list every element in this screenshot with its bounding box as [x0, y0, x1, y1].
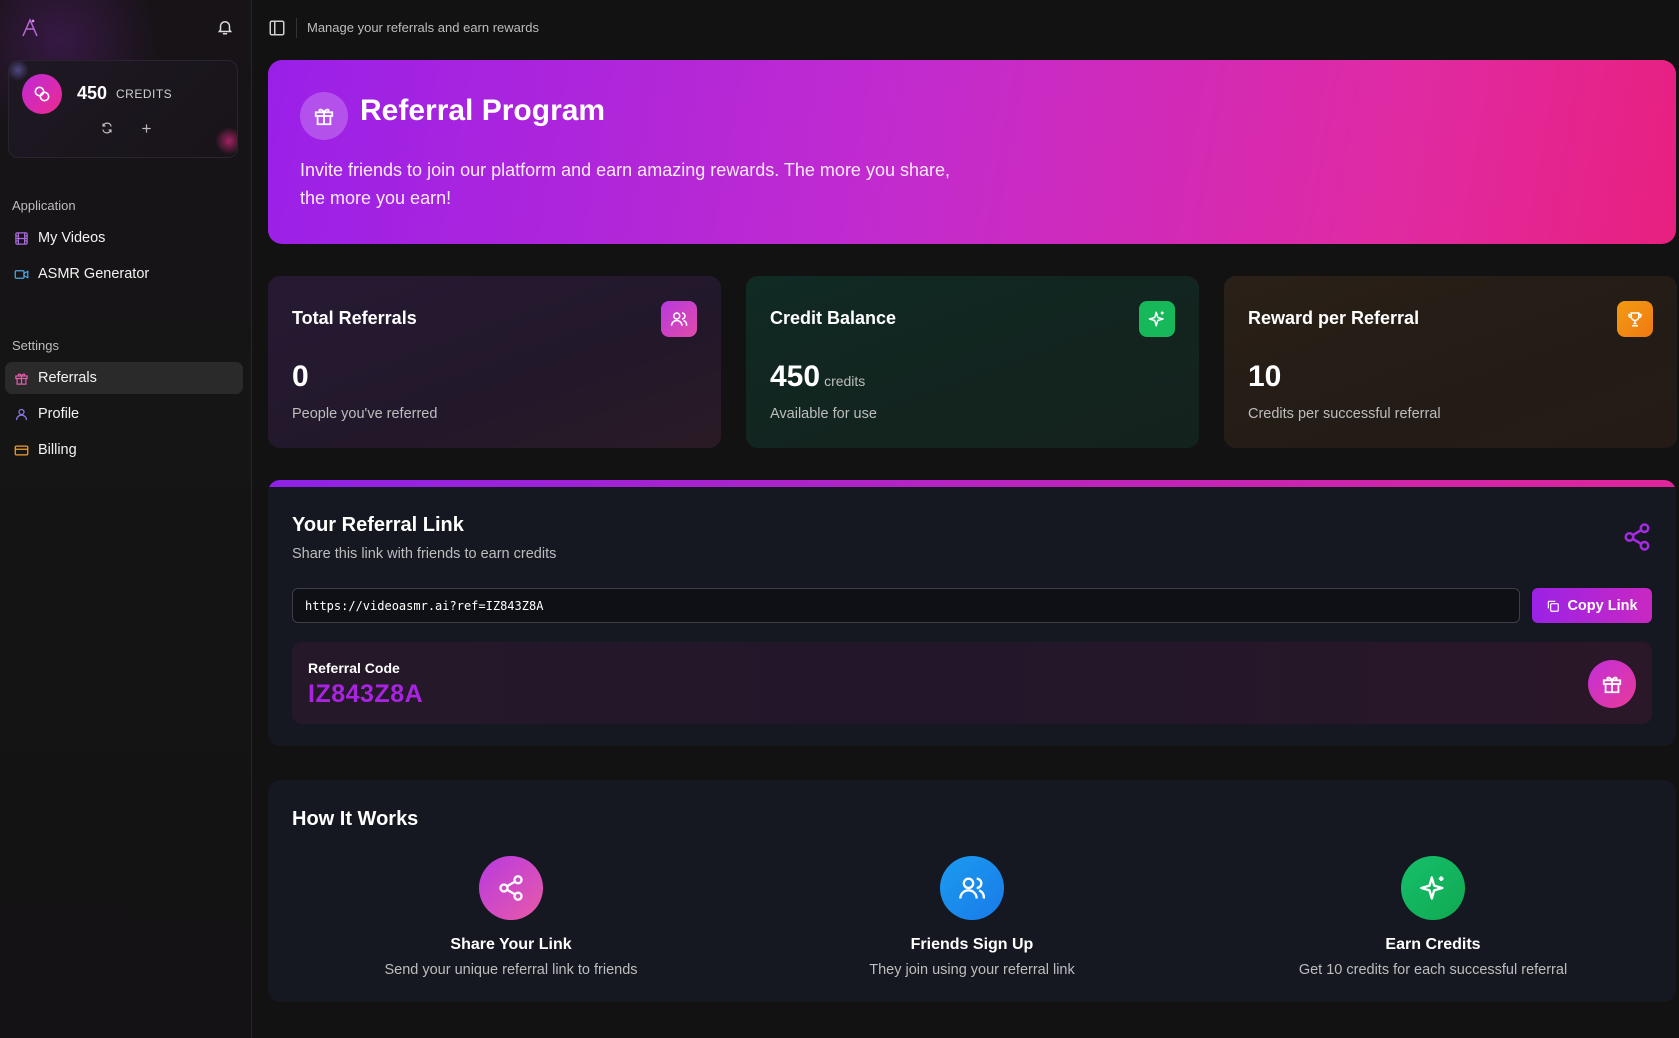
- app-logo-icon[interactable]: [18, 16, 42, 40]
- sidebar-item-my-videos[interactable]: My Videos: [5, 222, 243, 254]
- page-title: Referral Program: [360, 94, 606, 127]
- trophy-icon: [1617, 301, 1653, 337]
- gift-icon: [300, 92, 348, 140]
- sidebar-item-label: Billing: [38, 442, 77, 458]
- stat-value: 450 credits: [770, 360, 865, 394]
- copy-icon: [1548, 600, 1560, 612]
- stat-title: Total Referrals: [292, 308, 417, 328]
- stat-subtitle: People you've referred: [292, 406, 438, 422]
- credits-amount: 450: [77, 83, 108, 103]
- referral-code-label: Referral Code: [308, 660, 400, 676]
- page-subtitle: Manage your referrals and earn rewards: [307, 20, 539, 35]
- sidebar-item-referrals[interactable]: Referrals: [5, 362, 243, 394]
- refresh-credits-button[interactable]: [98, 119, 116, 137]
- section-label-settings: Settings: [12, 338, 59, 353]
- sidebar-item-asmr-generator[interactable]: ASMR Generator: [5, 258, 243, 290]
- how-it-works-title: How It Works: [292, 808, 419, 830]
- referral-code-value[interactable]: IZ843Z8A: [308, 680, 423, 709]
- step-title: Friends Sign Up: [910, 936, 1034, 953]
- share-icon[interactable]: [1622, 522, 1652, 552]
- sidebar-item-label: My Videos: [38, 230, 106, 246]
- sparkles-icon: [1401, 856, 1465, 920]
- stat-number: 0: [292, 360, 309, 393]
- referral-link-input[interactable]: [292, 588, 1520, 623]
- step-earn-credits: Earn Credits Get 10 credits for each suc…: [1203, 856, 1663, 978]
- stat-number: 450: [770, 360, 821, 393]
- add-credits-button[interactable]: [137, 119, 155, 137]
- step-friends-sign-up: Friends Sign Up They join using your ref…: [742, 856, 1202, 978]
- sidebar-item-label: ASMR Generator: [38, 266, 150, 282]
- step-description: Send your unique referral link to friend…: [384, 962, 638, 978]
- sidebar-item-profile[interactable]: Profile: [5, 398, 243, 430]
- stat-card-reward-per-referral: Reward per Referral 10 Credits per succe…: [1224, 276, 1677, 448]
- copy-link-label: Copy Link: [1567, 597, 1638, 614]
- gift-icon: [1588, 660, 1636, 708]
- stat-title: Reward per Referral: [1248, 308, 1420, 328]
- step-description: They join using your referral link: [869, 962, 1075, 978]
- video-camera-icon: [13, 266, 29, 282]
- stat-unit: credits: [824, 373, 866, 389]
- notification-bell-icon[interactable]: [216, 18, 234, 36]
- stat-value: 0: [292, 360, 309, 394]
- stat-subtitle: Available for use: [770, 406, 877, 422]
- refresh-icon: [102, 122, 112, 134]
- plus-icon: [141, 123, 151, 133]
- sidebar: 450 CREDITS Application My Videos ASMR G…: [0, 0, 252, 1038]
- copy-link-button[interactable]: Copy Link: [1532, 588, 1652, 623]
- user-icon: [13, 406, 29, 422]
- credits-label: CREDITS: [116, 87, 173, 101]
- how-it-works-card: How It Works Share Your Link Send your u…: [268, 780, 1676, 1002]
- credits-card: 450 CREDITS: [8, 60, 238, 158]
- referral-code-box: Referral Code IZ843Z8A: [292, 642, 1652, 724]
- section-label-application: Application: [12, 198, 76, 213]
- users-icon: [940, 856, 1004, 920]
- users-icon: [661, 301, 697, 337]
- stat-title: Credit Balance: [770, 308, 897, 328]
- stat-subtitle: Credits per successful referral: [1248, 406, 1441, 422]
- step-title: Share Your Link: [450, 936, 572, 953]
- stat-card-total-referrals: Total Referrals 0 People you've referred: [268, 276, 721, 448]
- film-icon: [13, 230, 29, 246]
- referral-hero-banner: Referral Program Invite friends to join …: [268, 60, 1676, 244]
- referral-link-subtitle: Share this link with friends to earn cre…: [292, 546, 557, 562]
- gift-icon: [13, 370, 29, 386]
- sidebar-item-label: Referrals: [38, 370, 97, 386]
- referral-link-title: Your Referral Link: [292, 514, 464, 536]
- sidebar-item-label: Profile: [38, 406, 80, 422]
- stat-value: 10: [1248, 360, 1281, 394]
- coins-icon: [22, 74, 62, 114]
- step-title: Earn Credits: [1385, 936, 1481, 953]
- referral-link-card: Your Referral Link Share this link with …: [268, 480, 1676, 746]
- sparkles-icon: [1139, 301, 1175, 337]
- stat-card-credit-balance: Credit Balance 450 credits Available for …: [746, 276, 1199, 448]
- sidebar-toggle-icon[interactable]: [268, 19, 286, 37]
- step-description: Get 10 credits for each successful refer…: [1298, 962, 1568, 978]
- hero-description: Invite friends to join our platform and …: [300, 160, 950, 208]
- step-share-link: Share Your Link Send your unique referra…: [281, 856, 741, 978]
- credit-card-icon: [13, 442, 29, 458]
- topbar-divider: [296, 18, 297, 38]
- stat-number: 10: [1248, 360, 1282, 393]
- sidebar-item-billing[interactable]: Billing: [5, 434, 243, 466]
- share-icon: [479, 856, 543, 920]
